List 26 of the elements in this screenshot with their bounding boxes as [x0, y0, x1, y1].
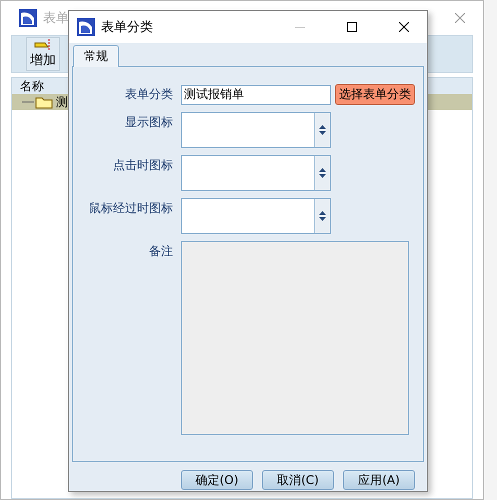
field-label: 备注: [148, 243, 173, 260]
close-icon[interactable]: [399, 22, 409, 32]
app-icon: [19, 9, 37, 27]
tab[interactable]: 常规: [73, 45, 119, 67]
dialog-button[interactable]: 应用(A): [343, 470, 415, 490]
spinner-arrows-icon[interactable]: [319, 211, 326, 221]
window-title: 表单: [43, 10, 69, 27]
notes-field[interactable]: [181, 241, 409, 435]
spinner-field[interactable]: [181, 198, 331, 234]
minimize-icon[interactable]: [295, 26, 305, 28]
spinner-field[interactable]: [181, 155, 331, 191]
text-field[interactable]: 测试报销单: [181, 84, 331, 104]
choose-category-button[interactable]: 选择表单分类: [335, 84, 415, 105]
folder-icon: [20, 95, 54, 109]
field-label: 显示图标: [124, 114, 173, 131]
spinner-arrows-icon[interactable]: [319, 125, 326, 135]
spinner-arrows-icon[interactable]: [319, 168, 326, 178]
dialog-button[interactable]: 取消(C): [262, 470, 334, 490]
maximize-icon[interactable]: [347, 22, 357, 32]
field-label: 点击时图标: [112, 157, 173, 174]
dialog-button[interactable]: 确定(O): [181, 470, 253, 490]
dialog-title: 表单分类: [101, 19, 154, 36]
dialog-icon: [77, 18, 95, 36]
field-label: 鼠标经过时图标: [88, 200, 173, 217]
spinner-field[interactable]: [181, 112, 331, 148]
toolbar-button[interactable]: 增加: [26, 37, 60, 71]
